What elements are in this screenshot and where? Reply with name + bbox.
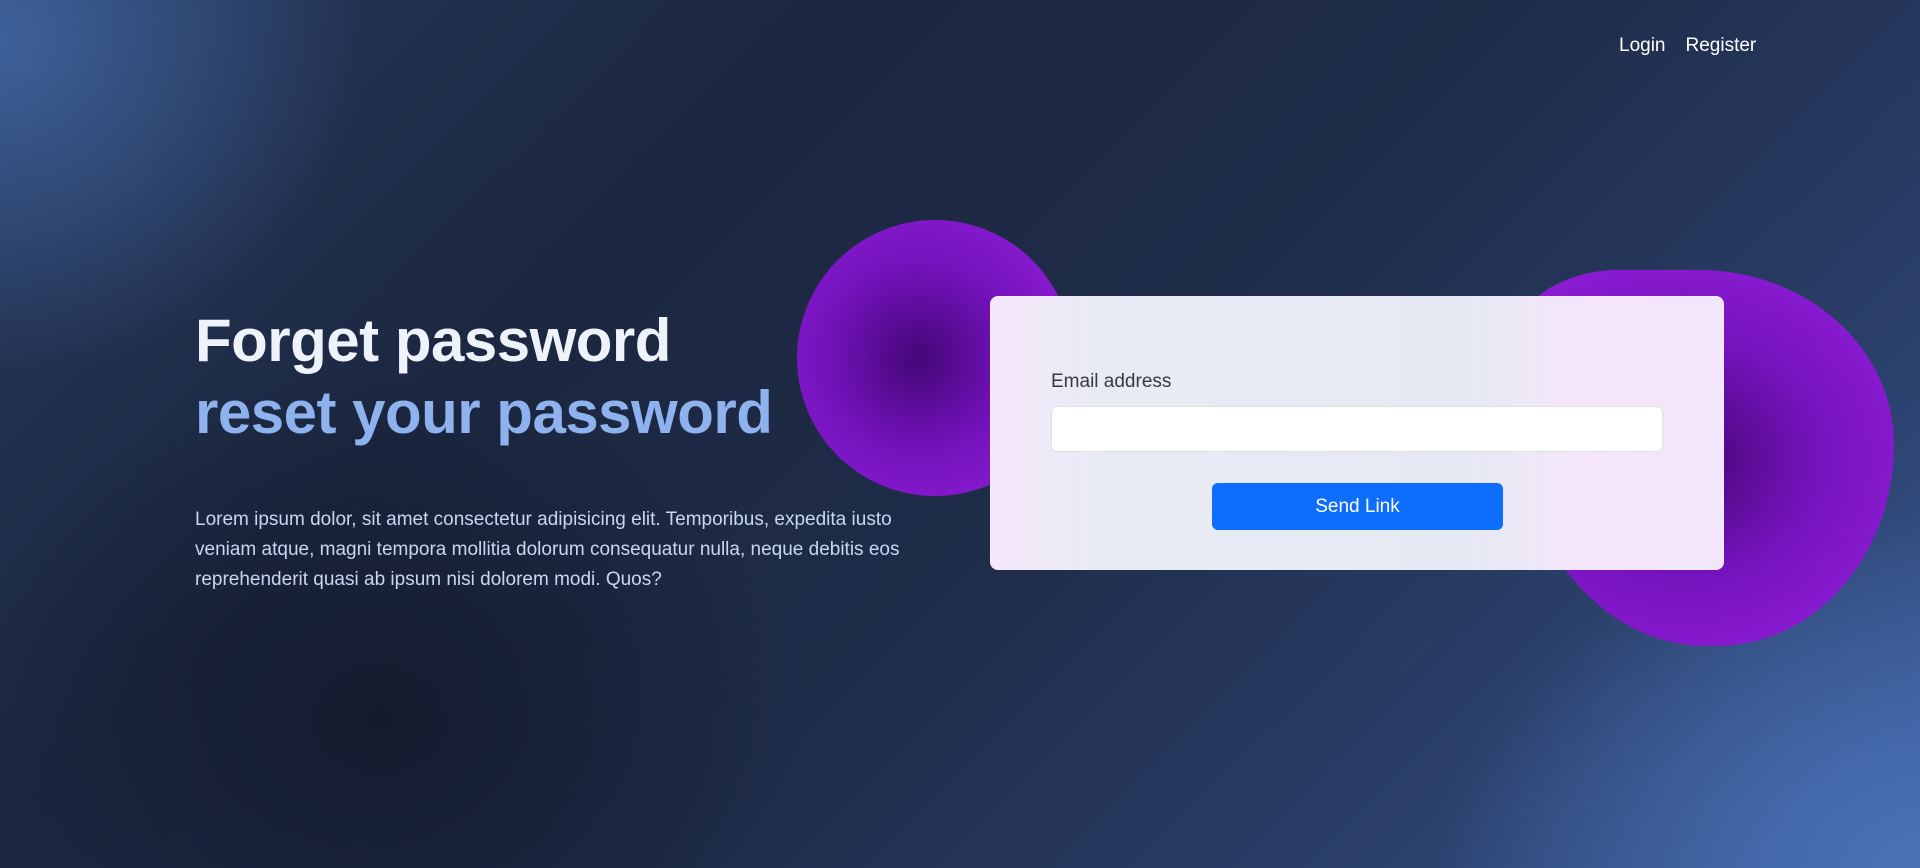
hero-description: Lorem ipsum dolor, sit amet consectetur … [195,509,900,590]
send-link-button[interactable]: Send Link [1212,483,1503,530]
title-line-primary: Forget password [195,307,671,374]
register-link[interactable]: Register [1686,33,1757,59]
hero-section: Forget password reset your password Lore… [195,305,955,595]
reset-password-card: Email address Send Link [990,296,1724,570]
title-line-highlight: reset your password [195,379,773,446]
email-field[interactable] [1051,406,1663,452]
top-navigation: Login Register [1619,33,1756,59]
page-title: Forget password reset your password [195,305,955,449]
email-label: Email address [1051,371,1172,392]
login-link[interactable]: Login [1619,33,1666,59]
